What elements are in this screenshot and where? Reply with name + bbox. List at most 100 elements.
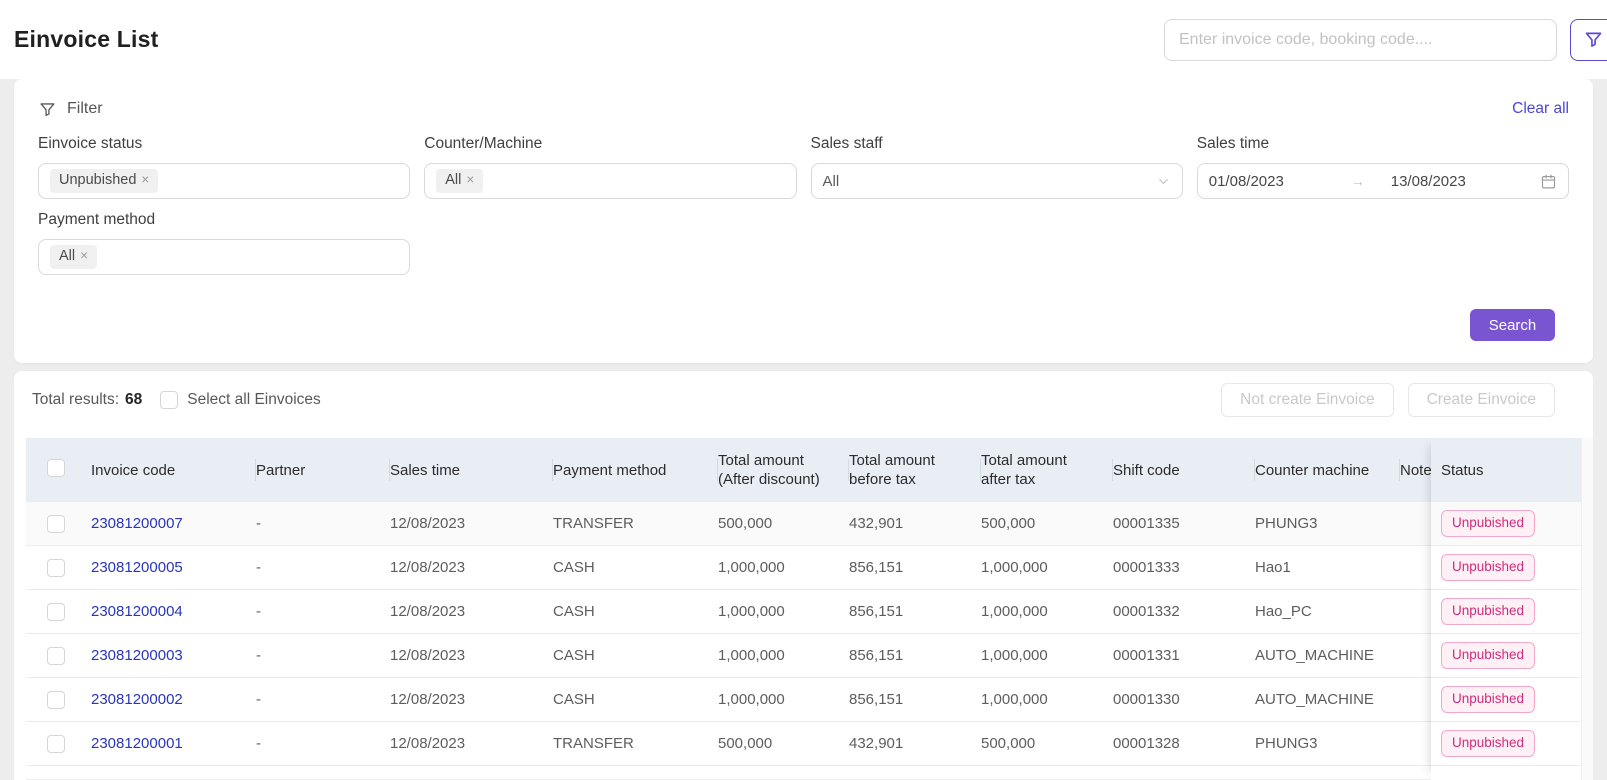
cell-shift_code: 00001328 <box>1113 735 1255 752</box>
table-row: 23081200004-12/08/2023CASH1,000,000856,1… <box>26 590 1581 634</box>
filter-icon <box>38 100 57 119</box>
status-partial-row <box>1431 766 1581 780</box>
status-cell: Unpubished <box>1431 590 1581 634</box>
cell-total_after_discount: 1,000,000 <box>718 603 849 620</box>
calendar-icon <box>1540 173 1557 190</box>
status-cells: UnpubishedUnpubishedUnpubishedUnpubished… <box>1431 502 1581 766</box>
invoice-code-link[interactable]: 23081200007 <box>91 515 183 532</box>
field-einvoice-status: Einvoice status Unpubished × <box>38 135 410 199</box>
cell-total_before_tax: 432,901 <box>849 515 981 532</box>
cell-total_after_tax: 1,000,000 <box>981 691 1113 708</box>
cell-partner: - <box>256 559 390 576</box>
table-body: 23081200007-12/08/2023TRANSFER500,000432… <box>26 502 1581 780</box>
card-gap <box>0 363 1607 371</box>
cell-sales_time: 12/08/2023 <box>390 691 553 708</box>
counter-machine-select[interactable]: All × <box>424 163 796 199</box>
tag-label: Unpubished <box>59 172 136 189</box>
cell-total_after_tax: 500,000 <box>981 735 1113 752</box>
cell-counter_machine: AUTO_MACHINE <box>1255 647 1400 664</box>
select-all-einvoices-label: Select all Einvoices <box>187 391 321 409</box>
cell-payment_method: CASH <box>553 691 718 708</box>
table-row: 23081200005-12/08/2023CASH1,000,000856,1… <box>26 546 1581 590</box>
cell-shift_code: 00001330 <box>1113 691 1255 708</box>
status-cell: Unpubished <box>1431 634 1581 678</box>
row-checkbox[interactable] <box>47 515 65 533</box>
total-results-value: 68 <box>125 391 142 409</box>
funnel-icon <box>1583 29 1604 50</box>
cell-sales_time: 12/08/2023 <box>390 647 553 664</box>
cell-total_after_tax: 1,000,000 <box>981 559 1113 576</box>
cell-total_after_discount: 500,000 <box>718 515 849 532</box>
row-checkbox[interactable] <box>47 647 65 665</box>
filter-actions: Search <box>1470 309 1555 341</box>
cell-total_after_discount: 1,000,000 <box>718 559 849 576</box>
tag-remove-icon[interactable]: × <box>136 172 154 188</box>
column-header-select <box>26 459 91 482</box>
invoice-code-link[interactable]: 23081200002 <box>91 691 183 708</box>
results-header: Total results: 68 Select all Einvoices N… <box>26 379 1581 421</box>
create-einvoice-button[interactable]: Create Einvoice <box>1408 383 1555 417</box>
invoice-code-link[interactable]: 23081200004 <box>91 603 183 620</box>
row-select-cell <box>26 603 91 621</box>
filter-toggle-button[interactable] <box>1570 19 1607 61</box>
einvoice-status-select[interactable]: Unpubished × <box>38 163 410 199</box>
not-create-einvoice-button[interactable]: Not create Einvoice <box>1221 383 1393 417</box>
cell-invoice-code: 23081200004 <box>91 603 256 620</box>
cell-total_after_discount: 1,000,000 <box>718 647 849 664</box>
status-sticky-column: Status UnpubishedUnpubishedUnpubishedUnp… <box>1431 438 1581 780</box>
row-select-cell <box>26 647 91 665</box>
column-header-partner: Partner <box>256 461 390 480</box>
date-to-value[interactable]: 13/08/2023 <box>1391 173 1532 190</box>
payment-method-select[interactable]: All × <box>38 239 410 275</box>
sales-staff-label: Sales staff <box>811 135 1183 155</box>
cell-payment_method: CASH <box>553 603 718 620</box>
row-checkbox[interactable] <box>47 603 65 621</box>
invoice-code-link[interactable]: 23081200001 <box>91 735 183 752</box>
cell-payment_method: CASH <box>553 647 718 664</box>
cell-total_after_tax: 1,000,000 <box>981 603 1113 620</box>
cell-payment_method: CASH <box>553 559 718 576</box>
sales-staff-select[interactable]: All <box>811 163 1183 199</box>
status-badge: Unpubished <box>1441 554 1535 581</box>
cell-invoice-code: 23081200002 <box>91 691 256 708</box>
row-checkbox[interactable] <box>47 735 65 753</box>
sales-time-label: Sales time <box>1197 135 1569 155</box>
sales-staff-value: All <box>823 173 840 190</box>
search-input[interactable] <box>1164 19 1557 61</box>
table-row: 23081200001-12/08/2023TRANSFER500,000432… <box>26 722 1581 766</box>
row-checkbox[interactable] <box>47 691 65 709</box>
tag-label: All <box>445 172 461 189</box>
row-checkbox[interactable] <box>47 559 65 577</box>
cell-total_before_tax: 856,151 <box>849 647 981 664</box>
cell-counter_machine: PHUNG3 <box>1255 515 1400 532</box>
select-all-rows-checkbox[interactable] <box>47 459 65 477</box>
sales-time-range-picker[interactable]: 01/08/2023 → 13/08/2023 <box>1197 163 1569 199</box>
select-all-einvoices-checkbox[interactable] <box>160 391 178 409</box>
invoice-code-link[interactable]: 23081200003 <box>91 647 183 664</box>
tag-remove-icon[interactable]: × <box>75 248 93 264</box>
field-counter-machine: Counter/Machine All × <box>424 135 796 199</box>
filter-fields: Einvoice status Unpubished × Counter/Mac… <box>38 135 1569 275</box>
cell-total_after_tax: 500,000 <box>981 515 1113 532</box>
invoice-code-link[interactable]: 23081200005 <box>91 559 183 576</box>
date-from-value[interactable]: 01/08/2023 <box>1209 173 1337 190</box>
cell-invoice-code: 23081200003 <box>91 647 256 664</box>
table-scrollbar-gutter[interactable] <box>1581 438 1593 780</box>
column-header-payment_method: Payment method <box>553 461 718 480</box>
table-row: 23081200002-12/08/2023CASH1,000,000856,1… <box>26 678 1581 722</box>
cell-partner: - <box>256 691 390 708</box>
topbar-right <box>1164 19 1607 61</box>
cell-partner: - <box>256 647 390 664</box>
search-button[interactable]: Search <box>1470 309 1555 341</box>
column-header-sales_time: Sales time <box>390 461 553 480</box>
field-sales-time: Sales time 01/08/2023 → 13/08/2023 <box>1197 135 1569 199</box>
cell-total_after_discount: 500,000 <box>718 735 849 752</box>
tag-remove-icon[interactable]: × <box>461 172 479 188</box>
cell-partner: - <box>256 515 390 532</box>
cell-partner: - <box>256 603 390 620</box>
clear-all-link[interactable]: Clear all <box>1512 100 1569 118</box>
cell-total_before_tax: 856,151 <box>849 559 981 576</box>
filter-title: Filter <box>67 100 103 118</box>
cell-payment_method: TRANSFER <box>553 735 718 752</box>
row-select-cell <box>26 691 91 709</box>
